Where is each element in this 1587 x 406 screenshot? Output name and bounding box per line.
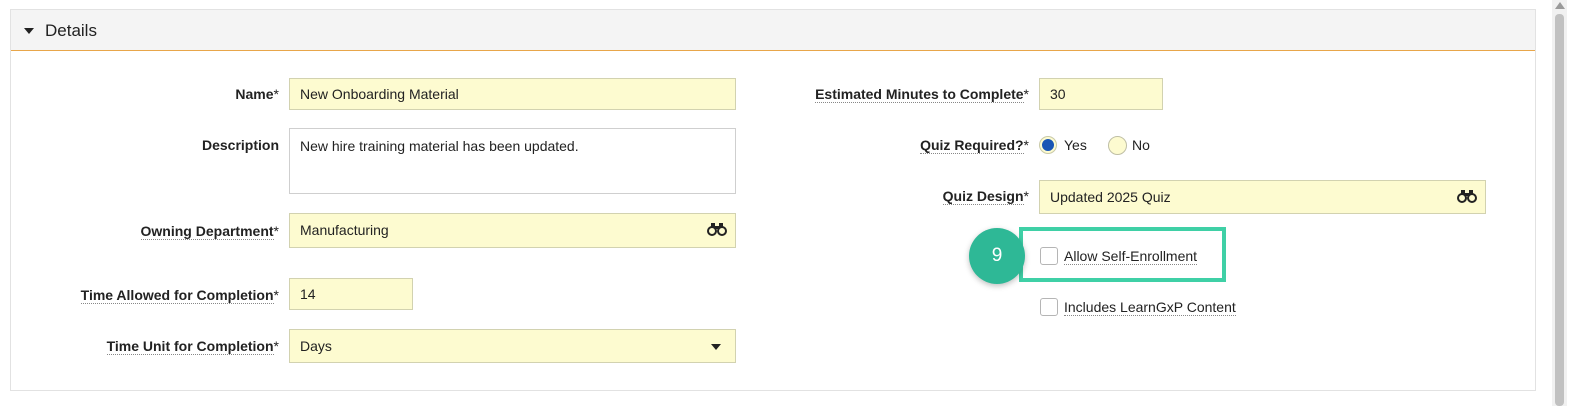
step-number-badge: 9 xyxy=(969,228,1025,284)
estimated-minutes-input[interactable]: 30 xyxy=(1039,78,1163,110)
description-textarea[interactable]: New hire training material has been upda… xyxy=(289,128,736,194)
quiz-required-no-radio[interactable] xyxy=(1108,136,1127,155)
estimated-minutes-label: Estimated Minutes to Complete* xyxy=(815,86,1029,103)
name-label: Name* xyxy=(235,86,279,102)
time-unit-label: Time Unit for Completion* xyxy=(106,338,279,355)
chevron-down-icon[interactable] xyxy=(711,344,721,350)
step-highlight-box xyxy=(1019,227,1226,282)
scrollbar-thumb[interactable] xyxy=(1555,14,1564,406)
time-allowed-input[interactable]: 14 xyxy=(289,278,413,310)
owning-department-label: Owning Department* xyxy=(140,223,279,240)
section-title: Details xyxy=(45,21,97,40)
quiz-design-label: Quiz Design* xyxy=(942,188,1029,205)
includes-learngxp-checkbox[interactable] xyxy=(1040,298,1058,316)
includes-learngxp-label[interactable]: Includes LearnGxP Content xyxy=(1064,299,1236,316)
time-unit-select[interactable]: Days xyxy=(289,329,736,363)
details-section-header[interactable]: Details xyxy=(11,10,1535,51)
owning-department-lookup[interactable]: Manufacturing xyxy=(289,213,736,248)
caret-down-icon[interactable] xyxy=(24,28,34,34)
description-label: Description xyxy=(201,137,279,153)
name-input[interactable]: New Onboarding Material xyxy=(289,78,736,110)
quiz-required-yes-radio[interactable] xyxy=(1040,137,1056,153)
quiz-required-yes-label[interactable]: Yes xyxy=(1064,137,1087,153)
quiz-required-label: Quiz Required?* xyxy=(920,137,1029,154)
quiz-required-no-label[interactable]: No xyxy=(1132,137,1150,153)
quiz-design-lookup[interactable]: Updated 2025 Quiz xyxy=(1039,180,1486,214)
vertical-scrollbar[interactable] xyxy=(1552,0,1567,406)
scroll-up-arrow-icon[interactable] xyxy=(1555,2,1565,9)
time-allowed-label: Time Allowed for Completion* xyxy=(80,287,279,304)
binoculars-icon[interactable] xyxy=(1457,190,1477,203)
binoculars-icon[interactable] xyxy=(707,223,727,236)
